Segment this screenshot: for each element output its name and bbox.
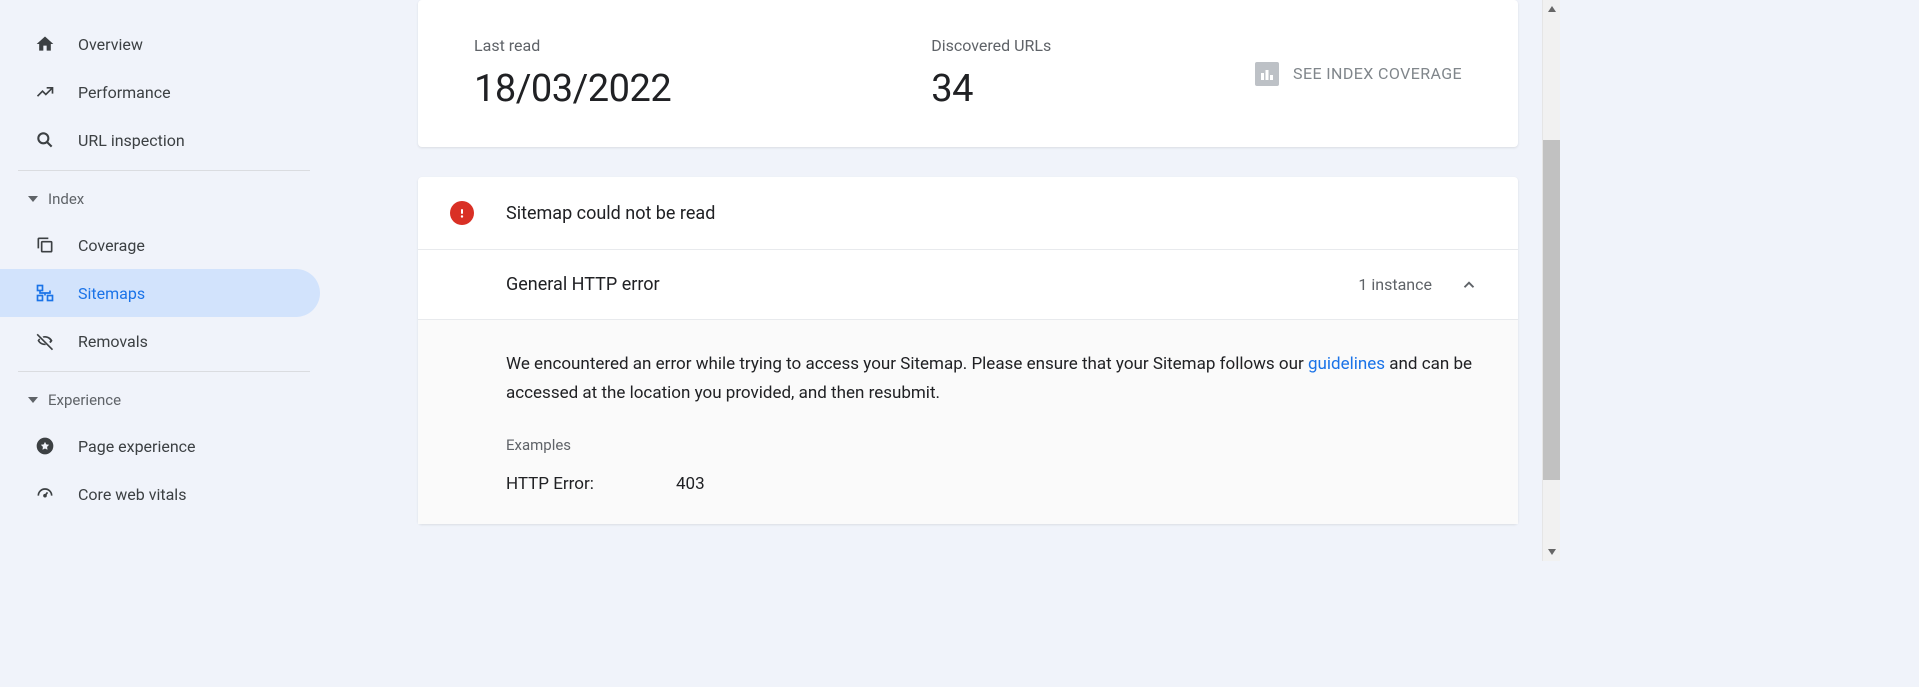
caret-down-icon xyxy=(28,395,38,405)
link-label: SEE INDEX COVERAGE xyxy=(1293,64,1462,83)
examples-label: Examples xyxy=(506,436,1478,454)
sidebar-item-label: URL inspection xyxy=(78,131,185,150)
divider xyxy=(18,170,310,171)
sitemap-icon xyxy=(34,282,56,304)
stats-card: Last read 18/03/2022 Discovered URLs 34 … xyxy=(418,0,1518,147)
sidebar-item-label: Core web vitals xyxy=(78,485,186,504)
stat-label: Discovered URLs xyxy=(931,36,1051,55)
sidebar-item-core-web-vitals[interactable]: Core web vitals xyxy=(0,470,320,518)
guidelines-link[interactable]: guidelines xyxy=(1308,354,1385,374)
scrollbar[interactable] xyxy=(1542,0,1560,561)
search-icon xyxy=(34,129,56,151)
divider xyxy=(18,371,310,372)
sidebar-item-overview[interactable]: Overview xyxy=(0,20,320,68)
copy-icon xyxy=(34,234,56,256)
sidebar-group-label: Experience xyxy=(48,391,121,409)
error-row[interactable]: General HTTP error 1 instance xyxy=(418,250,1518,320)
example-row: HTTP Error: 403 xyxy=(506,474,1478,494)
star-circle-icon xyxy=(34,435,56,457)
stat-label: Last read xyxy=(474,36,671,55)
sidebar-item-label: Overview xyxy=(78,35,143,54)
sidebar-item-coverage[interactable]: Coverage xyxy=(0,221,320,269)
stat-discovered-urls: Discovered URLs 34 xyxy=(931,36,1051,111)
example-value: 403 xyxy=(676,474,705,494)
sidebar-group-experience[interactable]: Experience xyxy=(0,378,328,422)
stat-value: 34 xyxy=(931,67,1051,111)
scroll-down-arrow[interactable] xyxy=(1543,543,1560,561)
trending-icon xyxy=(34,81,56,103)
instance-count: 1 instance xyxy=(1358,275,1432,294)
caret-down-icon xyxy=(28,194,38,204)
error-title: Sitemap could not be read xyxy=(506,203,715,224)
sidebar-item-label: Performance xyxy=(78,83,171,102)
sidebar-item-label: Page experience xyxy=(78,437,196,456)
home-icon xyxy=(34,33,56,55)
sidebar-item-url-inspection[interactable]: URL inspection xyxy=(0,116,320,164)
stat-value: 18/03/2022 xyxy=(474,67,671,111)
visibility-off-icon xyxy=(34,330,56,352)
sidebar-item-label: Sitemaps xyxy=(78,284,145,303)
error-card: Sitemap could not be read General HTTP e… xyxy=(418,177,1518,524)
sidebar-item-sitemaps[interactable]: Sitemaps xyxy=(0,269,320,317)
sidebar-item-performance[interactable]: Performance xyxy=(0,68,320,116)
sidebar-item-page-experience[interactable]: Page experience xyxy=(0,422,320,470)
see-index-coverage-link[interactable]: SEE INDEX COVERAGE xyxy=(1255,62,1462,86)
example-key: HTTP Error: xyxy=(506,474,676,494)
chevron-up-icon xyxy=(1460,276,1478,294)
main-content: Last read 18/03/2022 Discovered URLs 34 … xyxy=(328,0,1542,561)
error-header: Sitemap could not be read xyxy=(418,177,1518,250)
sidebar-item-label: Removals xyxy=(78,332,148,351)
sidebar-group-index[interactable]: Index xyxy=(0,177,328,221)
error-description: We encountered an error while trying to … xyxy=(506,350,1478,408)
error-type-label: General HTTP error xyxy=(506,274,660,295)
sidebar: Overview Performance URL inspection Inde… xyxy=(0,0,328,561)
scroll-up-arrow[interactable] xyxy=(1543,0,1560,18)
sidebar-item-removals[interactable]: Removals xyxy=(0,317,320,365)
error-detail: We encountered an error while trying to … xyxy=(418,320,1518,524)
scroll-thumb[interactable] xyxy=(1543,140,1560,480)
bar-chart-icon xyxy=(1255,62,1279,86)
error-icon xyxy=(450,201,474,225)
sidebar-item-label: Coverage xyxy=(78,236,145,255)
speed-icon xyxy=(34,483,56,505)
sidebar-group-label: Index xyxy=(48,190,84,208)
stat-last-read: Last read 18/03/2022 xyxy=(474,36,671,111)
